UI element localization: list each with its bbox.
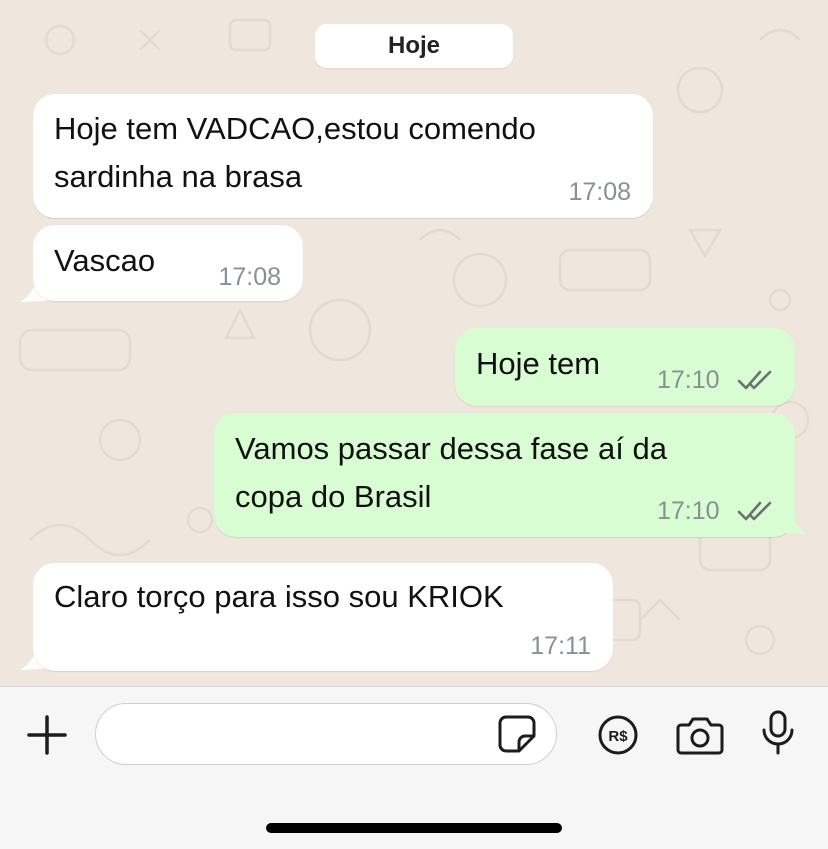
message-bubble-incoming[interactable]: Vascao 17:08	[33, 225, 303, 301]
message-input-bar: R$	[0, 686, 828, 849]
sticker-icon[interactable]	[497, 714, 537, 754]
home-indicator	[266, 823, 562, 833]
read-ticks-icon	[737, 370, 772, 390]
message-text-line: Hoje tem	[476, 346, 601, 381]
message-text-line: Vamos passar dessa fase aí da	[235, 431, 667, 466]
message-bubble-incoming[interactable]: Hoje tem VADCAO,estou comendo sardinha n…	[33, 94, 653, 218]
camera-icon[interactable]	[675, 713, 725, 757]
message-time: 17:08	[218, 263, 281, 291]
message-text-field[interactable]	[95, 703, 557, 765]
read-ticks-icon	[737, 501, 772, 521]
message-time: 17:08	[568, 178, 631, 206]
message-text-line: sardinha na brasa	[54, 159, 303, 194]
payment-icon[interactable]: R$	[596, 713, 640, 757]
message-bubble-incoming[interactable]: Claro torço para isso sou KRIOK 17:11	[33, 563, 613, 671]
bubble-tail-outgoing	[770, 506, 808, 534]
message-bubble-outgoing[interactable]: Vamos passar dessa fase aí da copa do Br…	[214, 413, 795, 537]
message-text-line: copa do Brasil	[235, 479, 432, 514]
chat-area: Hoje Hoje tem VADCAO,estou comendo sardi…	[0, 0, 828, 686]
message-text-line: Vascao	[54, 243, 156, 278]
message-text-line: Claro torço para isso sou KRIOK	[54, 579, 504, 614]
plus-icon[interactable]	[25, 713, 69, 757]
date-separator: Hoje	[315, 24, 513, 68]
message-input[interactable]	[116, 712, 490, 758]
message-time: 17:11	[530, 632, 591, 660]
microphone-icon[interactable]	[758, 709, 798, 757]
message-text-line: Hoje tem VADCAO,estou comendo	[54, 111, 536, 146]
message-time: 17:10	[657, 497, 720, 525]
payment-icon-label: R$	[608, 728, 628, 745]
message-time: 17:10	[657, 366, 720, 394]
message-bubble-outgoing[interactable]: Hoje tem 17:10	[455, 328, 795, 406]
